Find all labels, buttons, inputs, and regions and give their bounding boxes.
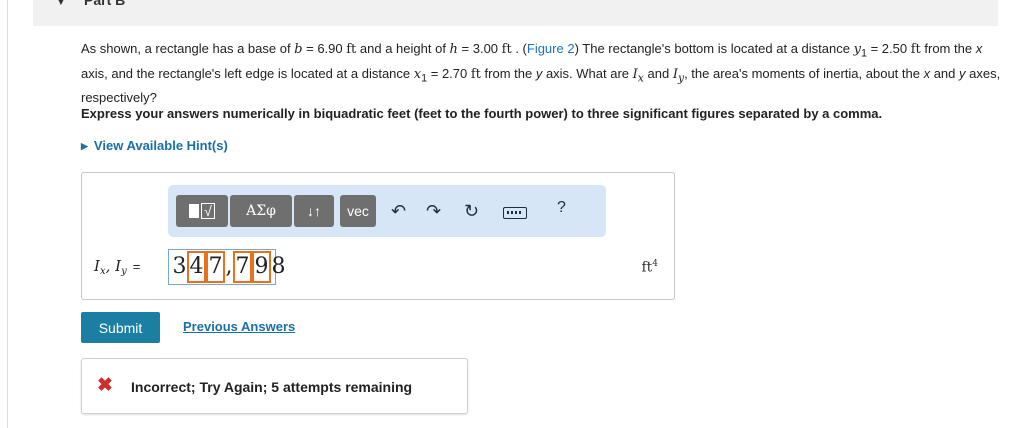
figure-link[interactable]: Figure 2: [527, 41, 575, 56]
answer-char: 9: [252, 251, 271, 283]
redo-icon[interactable]: ↷: [426, 201, 441, 222]
keyboard-icon[interactable]: [503, 207, 527, 219]
answer-panel: √ ΑΣφ ↓↑ vec ↶ ↷ ↻ ? Ix, Iy = 347,798 ft4: [81, 172, 675, 300]
sqrt-icon: √: [201, 203, 215, 219]
feedback-message: Incorrect; Try Again; 5 attempts remaini…: [131, 379, 413, 395]
vector-button[interactable]: vec: [340, 195, 376, 227]
instruction-text: Express your answers numerically in biqu…: [81, 106, 883, 121]
help-button[interactable]: ?: [557, 199, 566, 217]
answer-char: 7: [233, 251, 252, 283]
answer-char: ,: [225, 254, 233, 279]
answer-variable-label: Ix, Iy =: [94, 257, 141, 277]
var-x1: x: [413, 66, 422, 82]
arrows-button[interactable]: ↓↑: [294, 195, 334, 227]
math-toolbar: √ ΑΣφ ↓↑ vec ↶ ↷ ↻ ?: [168, 185, 606, 237]
answer-input[interactable]: 347,798: [168, 249, 286, 285]
answer-char: 7: [206, 251, 225, 283]
answer-char: 3: [172, 254, 187, 279]
unit-label: ft4: [641, 259, 658, 276]
question-text: As shown, a rectangle has a base of b = …: [81, 41, 1001, 106]
reset-icon[interactable]: ↻: [464, 201, 479, 222]
part-header-bar[interactable]: [33, 0, 998, 26]
part-title[interactable]: Part B: [84, 0, 125, 8]
var-y1: y: [853, 42, 861, 57]
greek-symbols-button[interactable]: ΑΣφ: [230, 195, 292, 227]
undo-icon[interactable]: ↶: [391, 201, 406, 222]
template-box-icon: [189, 204, 200, 218]
close-icon: ✖: [97, 375, 113, 396]
var-h: h: [449, 42, 458, 57]
submit-button[interactable]: Submit: [81, 312, 160, 343]
view-hints-link[interactable]: ▶ View Available Hint(s): [81, 138, 228, 153]
var-b: b: [294, 42, 303, 57]
answer-char: 8: [271, 254, 286, 279]
collapse-caret-icon[interactable]: ▼: [55, 0, 67, 8]
answer-char: 4: [187, 251, 206, 283]
previous-answers-link[interactable]: Previous Answers: [183, 319, 295, 334]
left-border-rule: [7, 0, 8, 428]
expand-triangle-icon: ▶: [81, 141, 88, 151]
templates-button[interactable]: √: [176, 195, 228, 227]
feedback-message-box: ✖ Incorrect; Try Again; 5 attempts remai…: [81, 358, 468, 414]
